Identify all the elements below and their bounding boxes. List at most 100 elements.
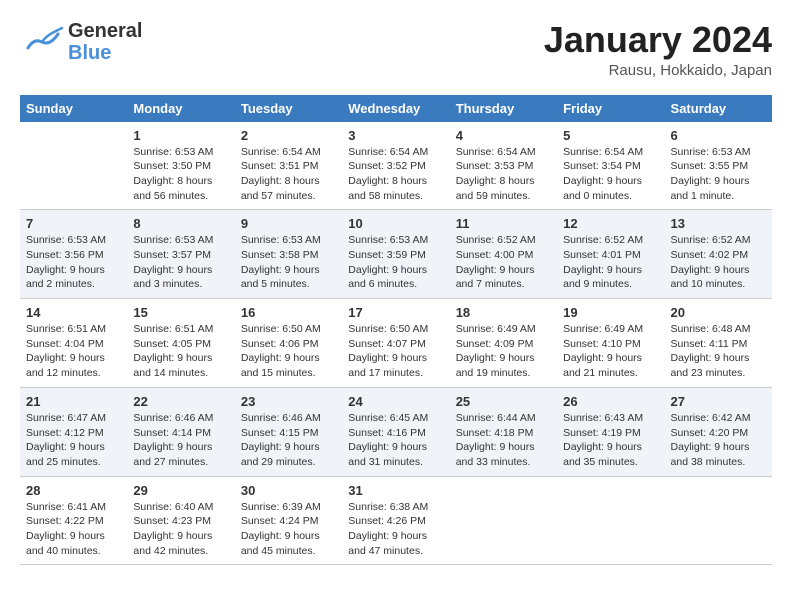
calendar-cell: 23 Sunrise: 6:46 AMSunset: 4:15 PMDayligh… bbox=[235, 387, 342, 476]
calendar-cell: 25Sunrise: 6:44 AMSunset: 4:18 PMDayligh… bbox=[450, 387, 557, 476]
day-number: 10 bbox=[348, 216, 443, 231]
calendar-cell: 27Sunrise: 6:42 AMSunset: 4:20 PMDayligh… bbox=[665, 387, 772, 476]
day-info: Sunrise: 6:53 AMSunset: 3:50 PMDaylight:… bbox=[133, 145, 228, 204]
calendar-cell: 10 Sunrise: 6:53 AMSunset: 3:59 PMDayligh… bbox=[342, 210, 449, 299]
day-number: 29 bbox=[133, 483, 228, 498]
day-info: Sunrise: 6:40 AMSunset: 4:23 PMDaylight:… bbox=[133, 500, 228, 559]
day-number: 30 bbox=[241, 483, 336, 498]
calendar-week-row: 28Sunrise: 6:41 AMSunset: 4:22 PMDayligh… bbox=[20, 476, 772, 565]
calendar-cell: 19Sunrise: 6:49 AMSunset: 4:10 PMDayligh… bbox=[557, 299, 664, 388]
day-info: Sunrise: 6:39 AMSunset: 4:24 PMDaylight:… bbox=[241, 500, 336, 559]
calendar-cell: 12 Sunrise: 6:52 AMSunset: 4:01 PMDayligh… bbox=[557, 210, 664, 299]
calendar-cell: 14 Sunrise: 6:51 AMSunset: 4:04 PMDayligh… bbox=[20, 299, 127, 388]
day-info: Sunrise: 6:53 AMSunset: 3:58 PMDaylight:… bbox=[241, 233, 336, 292]
logo-text-block: General Blue bbox=[68, 20, 142, 64]
day-number: 20 bbox=[671, 305, 766, 320]
logo-general: General bbox=[68, 20, 142, 42]
day-info: Sunrise: 6:38 AMSunset: 4:26 PMDaylight:… bbox=[348, 500, 443, 559]
day-number: 8 bbox=[133, 216, 228, 231]
day-number: 5 bbox=[563, 128, 658, 143]
calendar-cell: 15 Sunrise: 6:51 AMSunset: 4:05 PMDayligh… bbox=[127, 299, 234, 388]
day-info: Sunrise: 6:52 AMSunset: 4:02 PMDaylight:… bbox=[671, 233, 766, 292]
day-number: 17 bbox=[348, 305, 443, 320]
logo-blue: Blue bbox=[68, 42, 142, 64]
day-info: Sunrise: 6:49 AMSunset: 4:09 PMDaylight:… bbox=[456, 322, 551, 381]
day-number: 3 bbox=[348, 128, 443, 143]
day-number: 24 bbox=[348, 394, 443, 409]
calendar-week-row: 7 Sunrise: 6:53 AMSunset: 3:56 PMDaylight… bbox=[20, 210, 772, 299]
day-number: 7 bbox=[26, 216, 121, 231]
day-number: 15 bbox=[133, 305, 228, 320]
day-number: 22 bbox=[133, 394, 228, 409]
calendar-table: SundayMondayTuesdayWednesdayThursdayFrid… bbox=[20, 95, 772, 566]
day-info: Sunrise: 6:52 AMSunset: 4:00 PMDaylight:… bbox=[456, 233, 551, 292]
calendar-cell: 28Sunrise: 6:41 AMSunset: 4:22 PMDayligh… bbox=[20, 476, 127, 565]
day-info: Sunrise: 6:53 AMSunset: 3:56 PMDaylight:… bbox=[26, 233, 121, 292]
day-number: 23 bbox=[241, 394, 336, 409]
day-number: 16 bbox=[241, 305, 336, 320]
calendar-cell: 31 Sunrise: 6:38 AMSunset: 4:26 PMDayligh… bbox=[342, 476, 449, 565]
day-info: Sunrise: 6:46 AMSunset: 4:15 PMDaylight:… bbox=[241, 411, 336, 470]
calendar-cell: 5Sunrise: 6:54 AMSunset: 3:54 PMDaylight… bbox=[557, 122, 664, 210]
day-info: Sunrise: 6:53 AMSunset: 3:55 PMDaylight:… bbox=[671, 145, 766, 204]
calendar-cell bbox=[665, 476, 772, 565]
day-number: 31 bbox=[348, 483, 443, 498]
day-number: 11 bbox=[456, 216, 551, 231]
calendar-cell: 1Sunrise: 6:53 AMSunset: 3:50 PMDaylight… bbox=[127, 122, 234, 210]
calendar-cell: 30 Sunrise: 6:39 AMSunset: 4:24 PMDayligh… bbox=[235, 476, 342, 565]
day-number: 2 bbox=[241, 128, 336, 143]
day-number: 13 bbox=[671, 216, 766, 231]
logo: General Blue bbox=[20, 20, 142, 64]
calendar-cell: 8Sunrise: 6:53 AMSunset: 3:57 PMDaylight… bbox=[127, 210, 234, 299]
day-info: Sunrise: 6:52 AMSunset: 4:01 PMDaylight:… bbox=[563, 233, 658, 292]
calendar-cell: 16 Sunrise: 6:50 AMSunset: 4:06 PMDayligh… bbox=[235, 299, 342, 388]
calendar-cell: 24 Sunrise: 6:45 AMSunset: 4:16 PMDayligh… bbox=[342, 387, 449, 476]
day-info: Sunrise: 6:53 AMSunset: 3:59 PMDaylight:… bbox=[348, 233, 443, 292]
day-number: 4 bbox=[456, 128, 551, 143]
calendar-week-row: 21 Sunrise: 6:47 AMSunset: 4:12 PMDayligh… bbox=[20, 387, 772, 476]
col-header-thursday: Thursday bbox=[450, 95, 557, 122]
calendar-week-row: 14 Sunrise: 6:51 AMSunset: 4:04 PMDayligh… bbox=[20, 299, 772, 388]
day-info: Sunrise: 6:44 AMSunset: 4:18 PMDaylight:… bbox=[456, 411, 551, 470]
day-info: Sunrise: 6:54 AMSunset: 3:53 PMDaylight:… bbox=[456, 145, 551, 204]
day-info: Sunrise: 6:51 AMSunset: 4:05 PMDaylight:… bbox=[133, 322, 228, 381]
calendar-cell: 21 Sunrise: 6:47 AMSunset: 4:12 PMDayligh… bbox=[20, 387, 127, 476]
day-info: Sunrise: 6:54 AMSunset: 3:52 PMDaylight:… bbox=[348, 145, 443, 204]
day-info: Sunrise: 6:50 AMSunset: 4:07 PMDaylight:… bbox=[348, 322, 443, 381]
calendar-cell: 2 Sunrise: 6:54 AMSunset: 3:51 PMDaylight… bbox=[235, 122, 342, 210]
day-info: Sunrise: 6:43 AMSunset: 4:19 PMDaylight:… bbox=[563, 411, 658, 470]
day-info: Sunrise: 6:47 AMSunset: 4:12 PMDaylight:… bbox=[26, 411, 121, 470]
day-number: 28 bbox=[26, 483, 121, 498]
day-number: 19 bbox=[563, 305, 658, 320]
month-title: January 2024 bbox=[544, 20, 772, 60]
calendar-cell: 29 Sunrise: 6:40 AMSunset: 4:23 PMDayligh… bbox=[127, 476, 234, 565]
day-info: Sunrise: 6:45 AMSunset: 4:16 PMDaylight:… bbox=[348, 411, 443, 470]
calendar-cell: 6Sunrise: 6:53 AMSunset: 3:55 PMDaylight… bbox=[665, 122, 772, 210]
calendar-header-row: SundayMondayTuesdayWednesdayThursdayFrid… bbox=[20, 95, 772, 122]
day-info: Sunrise: 6:50 AMSunset: 4:06 PMDaylight:… bbox=[241, 322, 336, 381]
calendar-cell: 7 Sunrise: 6:53 AMSunset: 3:56 PMDaylight… bbox=[20, 210, 127, 299]
day-info: Sunrise: 6:54 AMSunset: 3:51 PMDaylight:… bbox=[241, 145, 336, 204]
page-header: General Blue January 2024 Rausu, Hokkaid… bbox=[20, 20, 772, 79]
calendar-cell: 22 Sunrise: 6:46 AMSunset: 4:14 PMDayligh… bbox=[127, 387, 234, 476]
calendar-cell: 17 Sunrise: 6:50 AMSunset: 4:07 PMDayligh… bbox=[342, 299, 449, 388]
day-number: 12 bbox=[563, 216, 658, 231]
calendar-cell: 11 Sunrise: 6:52 AMSunset: 4:00 PMDayligh… bbox=[450, 210, 557, 299]
day-number: 27 bbox=[671, 394, 766, 409]
day-number: 14 bbox=[26, 305, 121, 320]
calendar-cell: 3 Sunrise: 6:54 AMSunset: 3:52 PMDaylight… bbox=[342, 122, 449, 210]
location: Rausu, Hokkaido, Japan bbox=[544, 62, 772, 79]
col-header-saturday: Saturday bbox=[665, 95, 772, 122]
calendar-cell bbox=[450, 476, 557, 565]
title-block: January 2024 Rausu, Hokkaido, Japan bbox=[544, 20, 772, 79]
calendar-week-row: 1Sunrise: 6:53 AMSunset: 3:50 PMDaylight… bbox=[20, 122, 772, 210]
day-info: Sunrise: 6:51 AMSunset: 4:04 PMDaylight:… bbox=[26, 322, 121, 381]
calendar-cell: 26 Sunrise: 6:43 AMSunset: 4:19 PMDayligh… bbox=[557, 387, 664, 476]
day-number: 26 bbox=[563, 394, 658, 409]
day-info: Sunrise: 6:46 AMSunset: 4:14 PMDaylight:… bbox=[133, 411, 228, 470]
calendar-cell: 9Sunrise: 6:53 AMSunset: 3:58 PMDaylight… bbox=[235, 210, 342, 299]
calendar-cell bbox=[557, 476, 664, 565]
day-number: 18 bbox=[456, 305, 551, 320]
calendar-cell bbox=[20, 122, 127, 210]
day-number: 21 bbox=[26, 394, 121, 409]
